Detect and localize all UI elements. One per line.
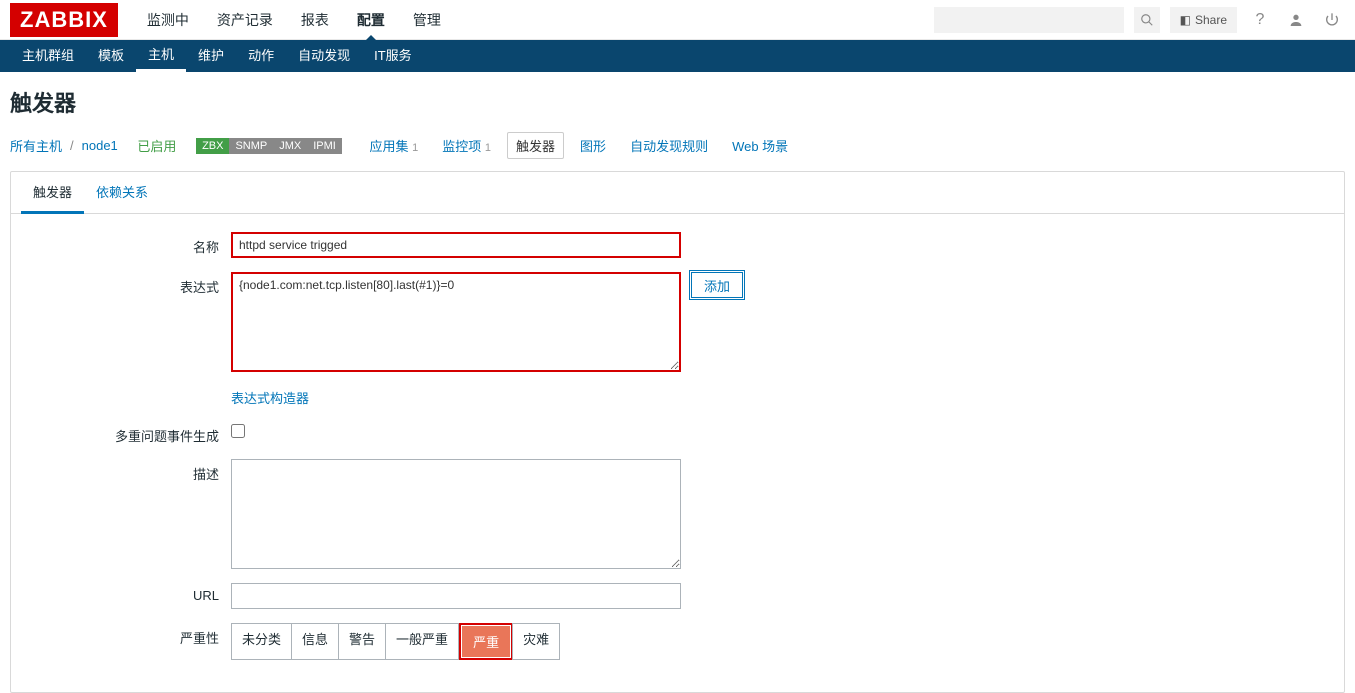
user-icon[interactable] xyxy=(1283,7,1309,33)
logo[interactable]: ZABBIX xyxy=(10,3,118,37)
label-multi: 多重问题事件生成 xyxy=(21,421,231,445)
tab-trigger[interactable]: 触发器 xyxy=(21,172,84,214)
badge-jmx: JMX xyxy=(273,138,307,154)
label-desc: 描述 xyxy=(21,459,231,483)
crumb-all-hosts[interactable]: 所有主机 xyxy=(10,136,62,155)
nav-inventory[interactable]: 资产记录 xyxy=(203,0,287,40)
badge-ipmi: IPMI xyxy=(307,138,342,154)
page-title: 触发器 xyxy=(0,72,1355,128)
status-enabled: 已启用 xyxy=(137,136,176,155)
severity-warning[interactable]: 警告 xyxy=(338,623,386,660)
breadcrumb: 所有主机 / node1 已启用 ZBXSNMPJMXIPMI 应用集 1 监控… xyxy=(0,128,1355,171)
name-input[interactable] xyxy=(231,232,681,258)
expression-input[interactable]: {node1.com:net.tcp.listen[80].last(#1)}=… xyxy=(231,272,681,372)
severity-info[interactable]: 信息 xyxy=(291,623,339,660)
nav-reports[interactable]: 报表 xyxy=(287,0,343,40)
tab-deps[interactable]: 依赖关系 xyxy=(84,172,160,213)
add-button[interactable]: 添加 xyxy=(691,272,743,298)
subnav-actions[interactable]: 动作 xyxy=(236,40,286,72)
top-right: ◧Share ? xyxy=(934,7,1345,33)
form: 名称 表达式 {node1.com:net.tcp.listen[80].las… xyxy=(11,214,1344,692)
label-expr: 表达式 xyxy=(21,272,231,296)
crumb-graphs[interactable]: 图形 xyxy=(572,133,614,158)
subnav-hosts[interactable]: 主机 xyxy=(136,40,186,72)
crumb-items[interactable]: 监控项 1 xyxy=(434,133,499,158)
crumb-apps[interactable]: 应用集 1 xyxy=(362,133,427,158)
nav-monitoring[interactable]: 监测中 xyxy=(133,0,203,40)
description-input[interactable] xyxy=(231,459,681,569)
crumb-host[interactable]: node1 xyxy=(82,138,118,153)
label-name: 名称 xyxy=(21,232,231,256)
content-box: 触发器 依赖关系 名称 表达式 {node1.com:net.tcp.liste… xyxy=(10,171,1345,693)
severity-average[interactable]: 一般严重 xyxy=(385,623,459,660)
severity-notclassified[interactable]: 未分类 xyxy=(231,623,292,660)
severity-high[interactable]: 严重 xyxy=(462,626,510,657)
subnav-templates[interactable]: 模板 xyxy=(86,40,136,72)
crumb-discovery[interactable]: 自动发现规则 xyxy=(622,133,716,158)
top-nav: 监测中 资产记录 报表 配置 管理 xyxy=(133,0,934,40)
severity-disaster[interactable]: 灾难 xyxy=(512,623,560,660)
subnav-hostgroups[interactable]: 主机群组 xyxy=(10,40,86,72)
subnav-maintenance[interactable]: 维护 xyxy=(186,40,236,72)
label-url: URL xyxy=(21,583,231,603)
expr-constructor-link[interactable]: 表达式构造器 xyxy=(231,388,309,407)
url-input[interactable] xyxy=(231,583,681,609)
power-icon[interactable] xyxy=(1319,7,1345,33)
badge-zbx: ZBX xyxy=(196,138,229,154)
crumb-sep: / xyxy=(70,138,74,153)
multi-checkbox[interactable] xyxy=(231,424,245,438)
sub-bar: 主机群组 模板 主机 维护 动作 自动发现 IT服务 xyxy=(0,40,1355,72)
tabs: 触发器 依赖关系 xyxy=(11,172,1344,214)
help-icon[interactable]: ? xyxy=(1247,7,1273,33)
badge-snmp: SNMP xyxy=(229,138,273,154)
subnav-itservices[interactable]: IT服务 xyxy=(362,40,424,72)
top-bar: ZABBIX 监测中 资产记录 报表 配置 管理 ◧Share ? xyxy=(0,0,1355,40)
search-input[interactable] xyxy=(934,7,1124,33)
label-severity: 严重性 xyxy=(21,623,231,647)
nav-admin[interactable]: 管理 xyxy=(399,0,455,40)
share-button[interactable]: ◧Share xyxy=(1170,7,1237,33)
severity-group: 未分类 信息 警告 一般严重 严重 灾难 xyxy=(231,623,560,660)
nav-config[interactable]: 配置 xyxy=(343,0,399,40)
crumb-triggers[interactable]: 触发器 xyxy=(507,132,564,159)
subnav-discovery[interactable]: 自动发现 xyxy=(286,40,362,72)
search-icon[interactable] xyxy=(1134,7,1160,33)
crumb-web[interactable]: Web 场景 xyxy=(724,133,796,158)
